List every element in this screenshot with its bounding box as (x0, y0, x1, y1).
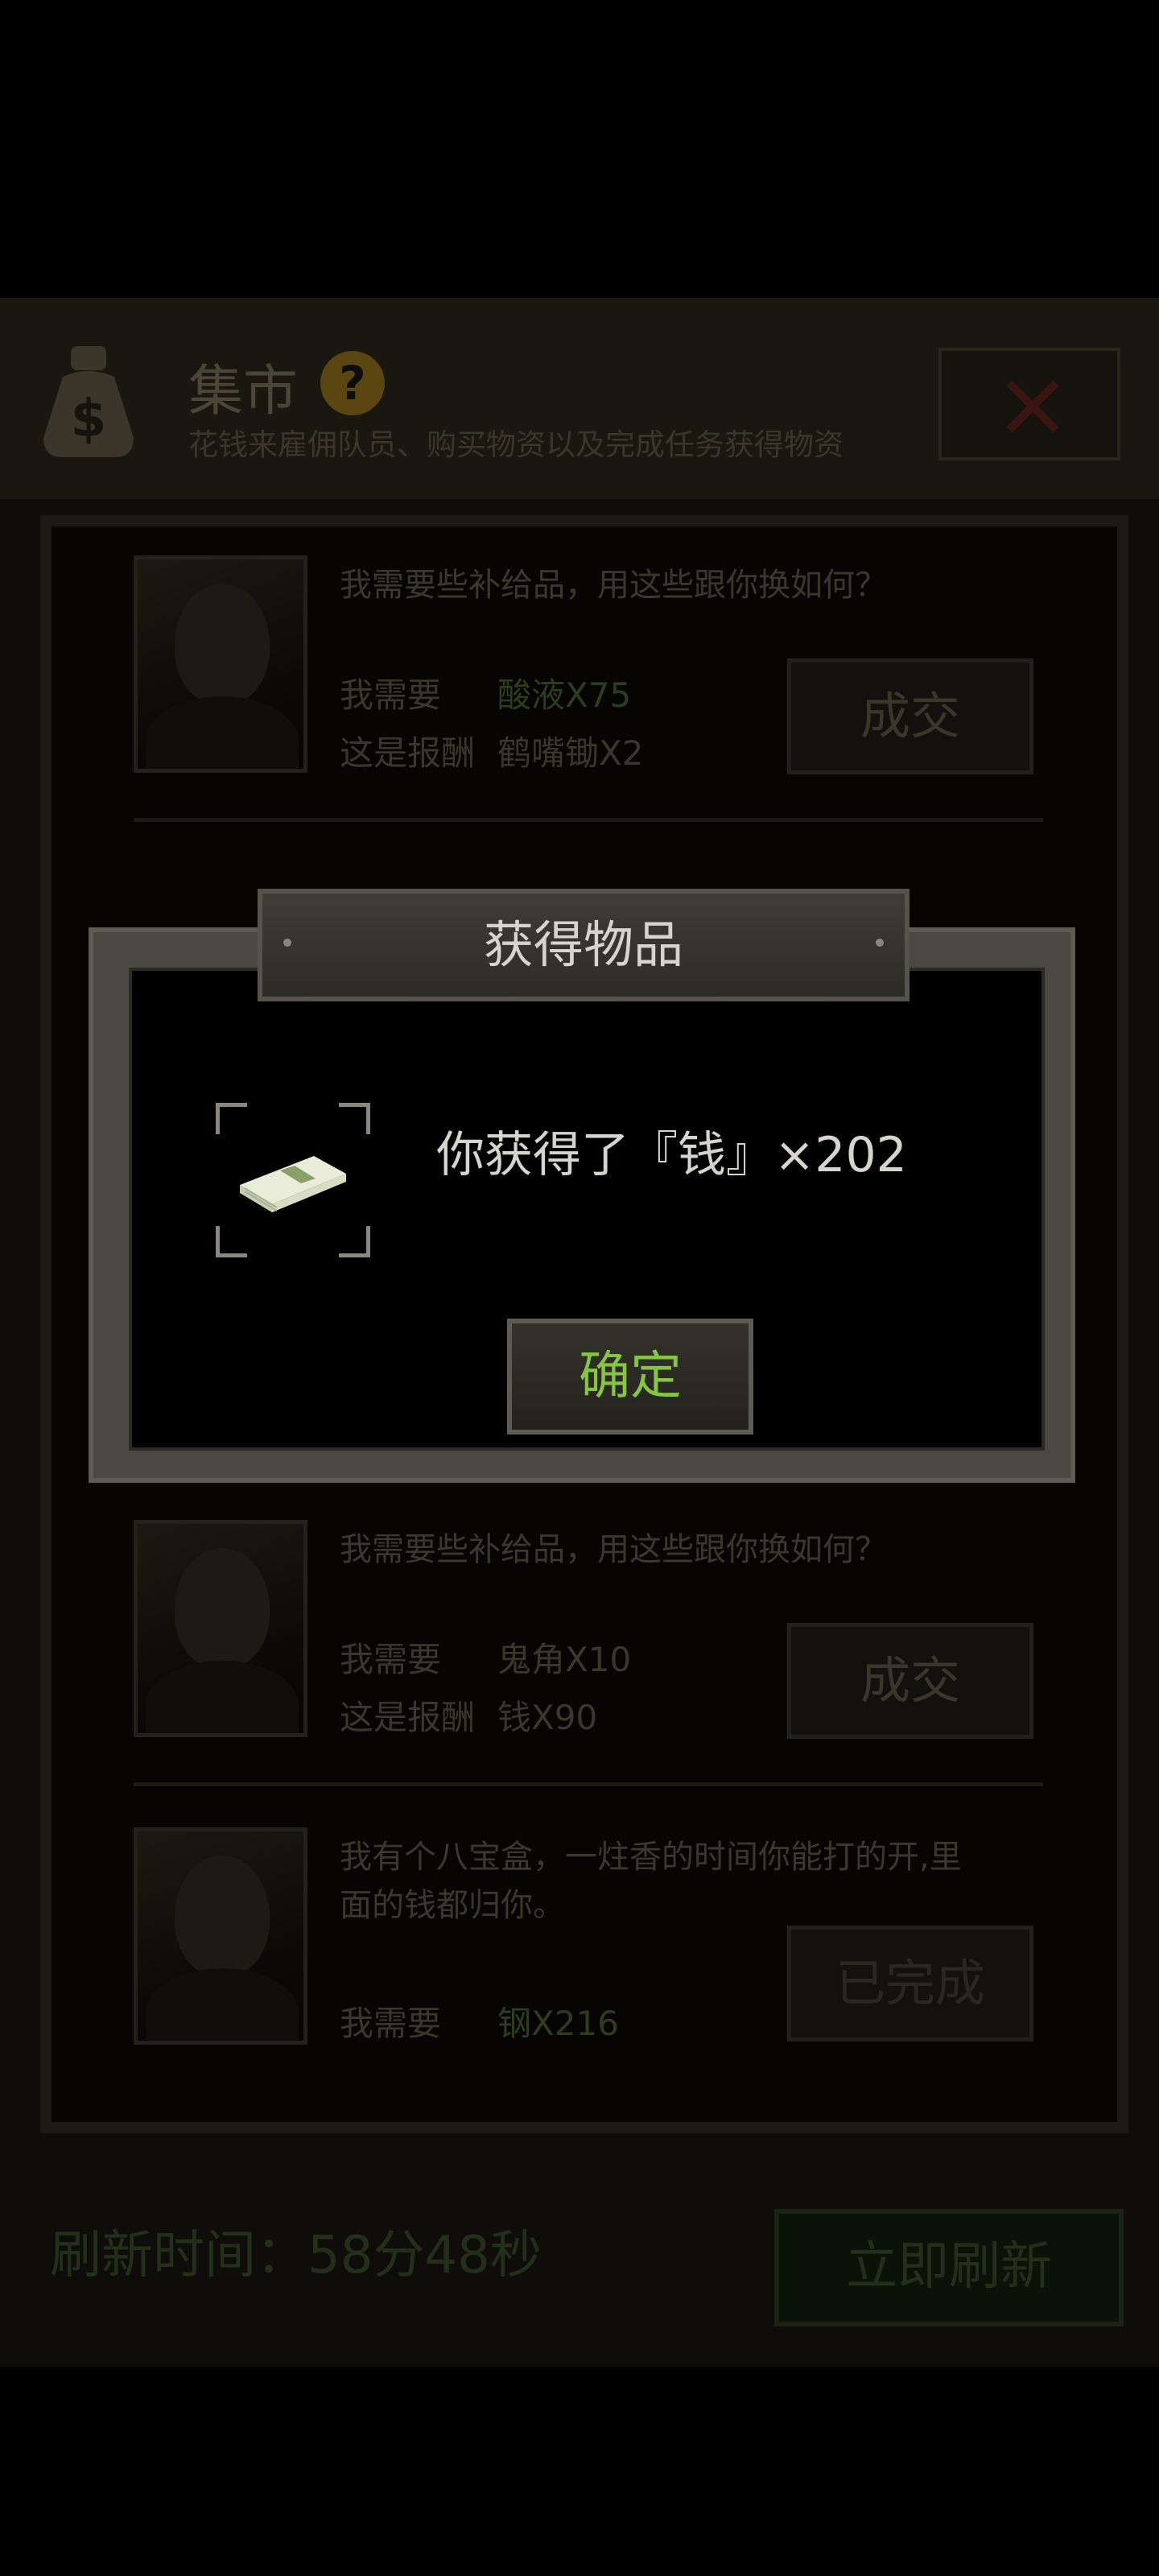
help-icon[interactable]: ? (320, 351, 385, 415)
item-slot (216, 1103, 370, 1257)
trade-dialog: 我需要些补给品，用这些跟你换如何？ (340, 1531, 887, 1568)
deal-button[interactable]: 成交 (787, 658, 1033, 774)
need-label: 我需要 (340, 675, 442, 715)
refresh-label: 刷新时间： (50, 2226, 307, 2285)
need-item: 酸液X75 (497, 675, 632, 715)
close-icon (1006, 380, 1059, 433)
refresh-timer: 刷新时间：58分48秒 (50, 2214, 542, 2288)
trade-dialog: 我有个八宝盒，一炷香的时间你能打的开,里 (340, 1839, 962, 1876)
trader-portrait (134, 1520, 307, 1737)
modal-title: 获得物品 (483, 915, 683, 974)
confirm-label: 确定 (579, 1347, 682, 1406)
money-bag-icon: $ (43, 346, 134, 457)
modal-frame: 你获得了『钱』×202 确定 (89, 927, 1075, 1483)
refresh-now-button[interactable]: 立即刷新 (774, 2209, 1124, 2326)
deal-button[interactable]: 成交 (787, 1623, 1033, 1739)
refresh-time: 58分48秒 (307, 2226, 542, 2285)
confirm-button[interactable]: 确定 (507, 1319, 753, 1435)
trader-portrait (134, 555, 307, 773)
modal-content: 你获得了『钱』×202 确定 (129, 968, 1045, 1451)
reward-label: 这是报酬 (340, 1698, 476, 1737)
market-subtitle: 花钱来雇佣队员、购买物资以及完成任务获得物资 (188, 427, 843, 462)
reward-modal: 你获得了『钱』×202 确定 获得物品 (89, 889, 1075, 1483)
completed-button: 已完成 (787, 1926, 1033, 2041)
reward-item: 钱X90 (497, 1698, 598, 1737)
need-label: 我需要 (340, 2004, 442, 2043)
market-title: 集市 (188, 360, 299, 423)
reward-label: 这是报酬 (340, 733, 476, 773)
svg-text:$: $ (71, 390, 107, 449)
trader-portrait (134, 1827, 307, 2045)
need-item: 鬼角X10 (497, 1640, 632, 1679)
reward-message: 你获得了『钱』×202 (436, 1127, 907, 1183)
modal-title-bar: 获得物品 (258, 889, 909, 1001)
reward-item: 鹤嘴锄X2 (497, 733, 644, 773)
cash-stack-icon (240, 1156, 346, 1212)
close-button[interactable] (938, 348, 1120, 460)
need-item: 钢X216 (497, 2004, 619, 2043)
market-header: $ 集市 ? 花钱来雇佣队员、购买物资以及完成任务获得物资 (0, 298, 1159, 499)
trade-dialog: 我需要些补给品，用这些跟你换如何？ (340, 567, 887, 604)
trade-dialog-line2: 面的钱都归你。 (340, 1887, 565, 1924)
divider (134, 1782, 1043, 1786)
divider (134, 818, 1043, 822)
need-label: 我需要 (340, 1640, 442, 1679)
